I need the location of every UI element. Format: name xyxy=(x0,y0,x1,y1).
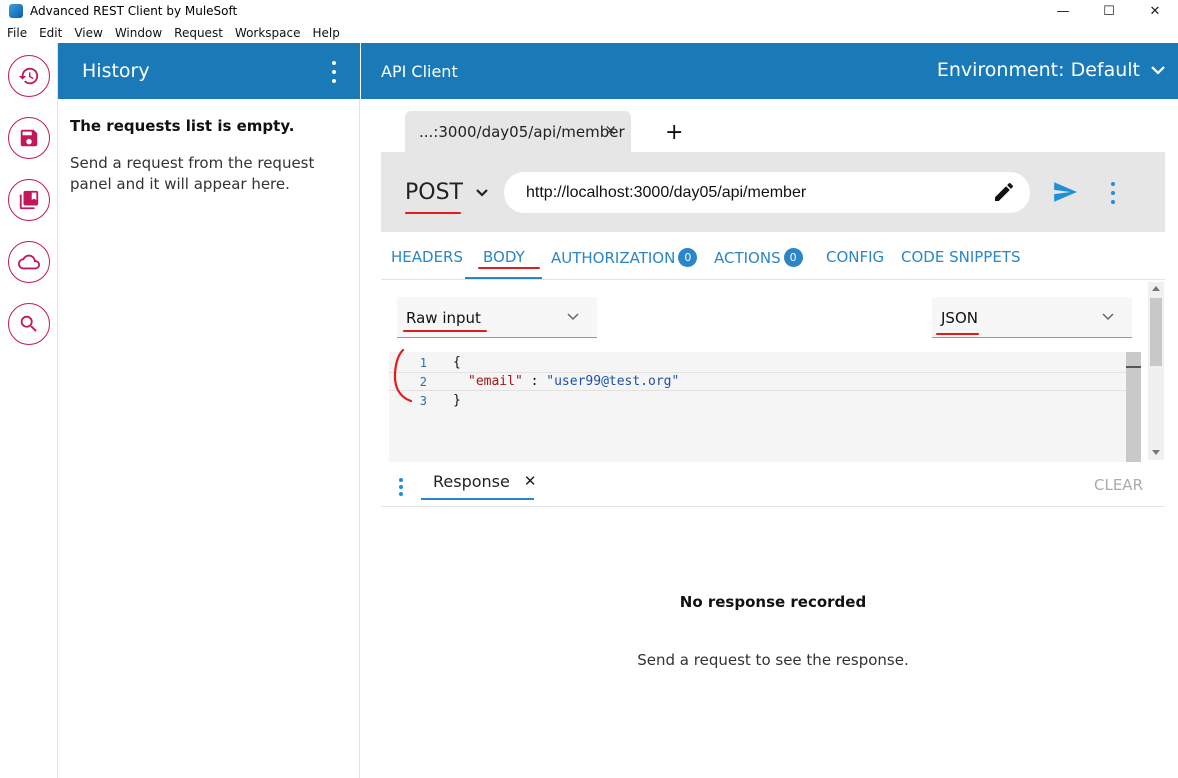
http-method-select[interactable]: POST xyxy=(405,180,463,205)
annotation-bracket xyxy=(393,348,413,403)
page-title: API Client xyxy=(381,61,458,81)
history-empty-title: The requests list is empty. xyxy=(70,117,295,135)
code-text: { xyxy=(453,355,461,370)
navigation-rail xyxy=(0,43,58,778)
scroll-up-icon[interactable] xyxy=(1152,286,1160,291)
editor-scrollbar-thumb[interactable] xyxy=(1126,366,1141,368)
request-tab-label: ...:3000/day05/api/member xyxy=(419,122,625,141)
response-empty-text: Send a request to see the response. xyxy=(637,651,909,669)
save-icon xyxy=(20,129,38,147)
search-button[interactable] xyxy=(8,303,50,345)
request-editor-tabs: HEADERS BODY AUTHORIZATION 0 ACTIONS 0 C… xyxy=(381,236,1165,280)
response-bar: Response ✕ CLEAR xyxy=(381,464,1165,507)
chevron-down-icon xyxy=(567,313,579,321)
library-icon xyxy=(19,190,39,210)
menu-bar: File Edit View Window Request Workspace … xyxy=(0,22,1178,43)
tab-headers[interactable]: HEADERS xyxy=(391,248,463,266)
maximize-button[interactable]: ☐ xyxy=(1086,0,1132,22)
content-type-value: JSON xyxy=(941,309,978,327)
environment-selector[interactable]: Environment: Default xyxy=(937,59,1166,81)
chevron-down-icon[interactable] xyxy=(475,186,489,200)
code-line: 1 { xyxy=(389,353,1141,372)
request-tabs: ...:3000/day05/api/member × + xyxy=(381,111,1165,152)
history-header: History xyxy=(58,43,360,99)
close-window-button[interactable]: ✕ xyxy=(1132,0,1178,22)
json-key: "email" xyxy=(468,374,523,389)
response-tab-label: Response xyxy=(433,471,510,491)
menu-request[interactable]: Request xyxy=(174,26,223,40)
menu-view[interactable]: View xyxy=(74,26,102,40)
chevron-down-icon xyxy=(1102,313,1114,321)
tab-actions[interactable]: ACTIONS 0 xyxy=(714,248,803,267)
send-icon[interactable] xyxy=(1052,179,1078,205)
annotation-underline xyxy=(478,267,540,269)
response-empty-title: No response recorded xyxy=(679,593,867,611)
tab-authorization-label: AUTHORIZATION xyxy=(551,248,676,267)
menu-workspace[interactable]: Workspace xyxy=(235,26,301,40)
request-panel-scrollbar-thumb[interactable] xyxy=(1150,298,1162,366)
window-controls: — ☐ ✕ xyxy=(1040,0,1178,22)
actions-count-badge: 0 xyxy=(783,248,803,267)
tab-config[interactable]: CONFIG xyxy=(826,248,884,266)
close-response-icon[interactable]: ✕ xyxy=(524,472,537,490)
menu-file[interactable]: File xyxy=(7,26,27,40)
exchange-button[interactable] xyxy=(8,241,50,283)
minimize-button[interactable]: — xyxy=(1040,0,1086,22)
app-logo-icon xyxy=(9,4,23,18)
response-tab[interactable]: Response ✕ xyxy=(421,464,537,500)
add-tab-button[interactable]: + xyxy=(665,120,683,145)
annotation-underline xyxy=(405,212,461,214)
history-button[interactable] xyxy=(8,55,50,97)
tab-authorization[interactable]: AUTHORIZATION 0 xyxy=(551,248,698,267)
chevron-down-icon xyxy=(1151,66,1165,75)
scroll-down-icon[interactable] xyxy=(1152,450,1160,455)
tab-actions-label: ACTIONS xyxy=(714,248,781,267)
tab-body[interactable]: BODY xyxy=(483,248,525,266)
url-input[interactable]: http://localhost:3000/day05/api/member xyxy=(504,172,1030,213)
request-more-icon[interactable] xyxy=(1107,182,1119,204)
request-bar: POST http://localhost:3000/day05/api/mem… xyxy=(381,152,1165,232)
content-type-select[interactable]: JSON xyxy=(932,297,1132,338)
saved-button[interactable] xyxy=(8,117,50,159)
history-panel: The requests list is empty. Send a reque… xyxy=(58,99,360,778)
json-separator: : xyxy=(522,374,547,389)
annotation-underline xyxy=(936,333,979,335)
edit-url-icon[interactable] xyxy=(992,180,1016,204)
history-more-icon[interactable] xyxy=(326,61,342,83)
environment-label: Environment: Default xyxy=(936,59,1140,81)
json-value: "user99@test.org" xyxy=(546,374,680,389)
window-titlebar: Advanced REST Client by MuleSoft — ☐ ✕ xyxy=(0,0,1178,22)
request-tab[interactable]: ...:3000/day05/api/member × xyxy=(405,111,631,152)
menu-help[interactable]: Help xyxy=(313,26,340,40)
code-text: } xyxy=(453,393,461,408)
cloud-icon xyxy=(18,254,40,270)
active-tab-indicator xyxy=(465,277,542,279)
editor-mode-value: Raw input xyxy=(406,309,481,327)
editor-scrollbar[interactable] xyxy=(1126,352,1141,462)
tab-code-snippets[interactable]: CODE SNIPPETS xyxy=(901,248,1021,266)
code-text: "email" : "user99@test.org" xyxy=(468,374,679,389)
projects-button[interactable] xyxy=(8,179,50,221)
response-more-icon[interactable] xyxy=(399,478,403,496)
close-tab-icon[interactable]: × xyxy=(604,121,617,139)
history-empty-text: Send a request from the request panel an… xyxy=(70,154,315,193)
main-header: API Client Environment: Default xyxy=(361,43,1178,99)
menu-window[interactable]: Window xyxy=(115,26,162,40)
clear-button[interactable]: CLEAR xyxy=(1094,476,1143,494)
history-title: History xyxy=(82,60,150,82)
history-icon xyxy=(18,67,39,85)
menu-edit[interactable]: Edit xyxy=(39,26,62,40)
code-line: 2 "email" : "user99@test.org" xyxy=(389,372,1141,391)
window-title: Advanced REST Client by MuleSoft xyxy=(30,4,238,18)
authorization-count-badge: 0 xyxy=(678,248,698,267)
annotation-underline xyxy=(403,330,487,332)
request-panel-scrollbar[interactable] xyxy=(1148,282,1164,460)
code-line: 3 } xyxy=(389,391,1141,410)
search-icon xyxy=(20,315,37,332)
code-editor[interactable]: 1 { 2 "email" : "user99@test.org" 3 } xyxy=(389,352,1141,462)
